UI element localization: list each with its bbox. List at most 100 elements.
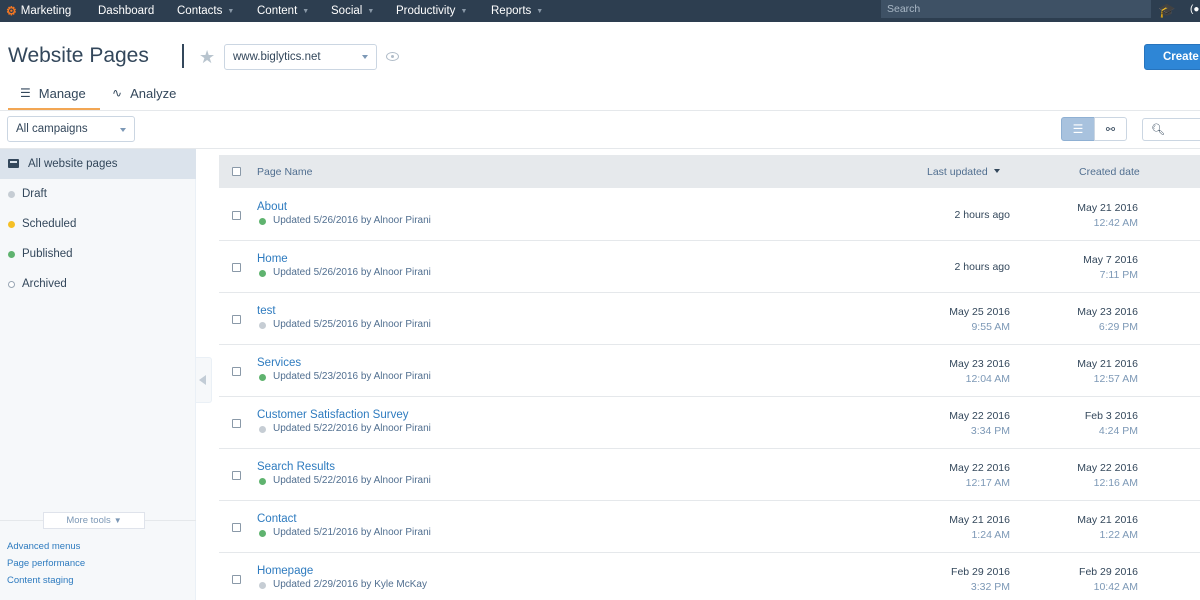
table-row: Homepage Updated 2/29/2016 by Kyle McKay… — [219, 553, 1200, 600]
tab-analyze-label: Analyze — [130, 86, 177, 101]
row-checkbox[interactable] — [232, 523, 241, 532]
created-time: 4:24 PM — [1098, 425, 1138, 437]
page-name-link[interactable]: Services — [257, 357, 301, 369]
column-header-last-updated[interactable]: Last updated — [927, 166, 1000, 178]
created-time: 12:57 AM — [1093, 373, 1138, 385]
brand-menu[interactable]: ⚙ Marketing — [0, 4, 90, 18]
create-button[interactable]: Create — [1144, 44, 1200, 70]
content-staging-link[interactable]: Content staging — [7, 575, 74, 586]
updated-meta: Updated 2/29/2016 by Kyle McKay — [273, 579, 427, 590]
campaign-select[interactable]: All campaigns — [7, 116, 135, 142]
tab-manage[interactable]: ☰ Manage — [8, 86, 100, 110]
chevron-down-icon: ▼ — [460, 7, 468, 15]
last-updated-date: 2 hours ago — [954, 261, 1010, 273]
star-icon[interactable]: ★ — [199, 47, 215, 68]
page-name-link[interactable]: Contact — [257, 513, 297, 525]
table-row: Customer Satisfaction Survey Updated 5/2… — [219, 397, 1200, 449]
last-updated-date: May 22 2016 — [949, 410, 1010, 422]
last-updated-cell: May 25 2016 9:55 AM — [949, 306, 1010, 333]
page-name-link[interactable]: About — [257, 201, 287, 213]
sidebar-item-label: Published — [22, 248, 73, 260]
more-tools-button[interactable]: More tools ▼ — [43, 512, 145, 529]
table-search-input[interactable]: 🔍︎ — [1142, 118, 1200, 141]
row-checkbox[interactable] — [232, 367, 241, 376]
nav-content[interactable]: Content ▼ — [257, 5, 309, 17]
nav-contacts[interactable]: Contacts ▼ — [177, 5, 234, 17]
sidebar-item-scheduled[interactable]: Scheduled — [0, 209, 196, 239]
sidebar-item-draft[interactable]: Draft — [0, 179, 196, 209]
tab-analyze[interactable]: ∿ Analyze — [112, 86, 176, 110]
sidebar-item-all-pages[interactable]: All website pages — [0, 149, 196, 179]
table-row: test Updated 5/25/2016 by Alnoor Pirani … — [219, 293, 1200, 345]
row-checkbox[interactable] — [232, 315, 241, 324]
list-view-button[interactable]: ☰ — [1061, 117, 1095, 141]
column-header-page-name[interactable]: Page Name — [257, 166, 312, 178]
sidebar-item-archived[interactable]: Archived — [0, 269, 196, 299]
page-name-link[interactable]: Search Results — [257, 461, 335, 473]
page-performance-link[interactable]: Page performance — [7, 558, 85, 569]
nav-dashboard[interactable]: Dashboard — [98, 5, 154, 17]
domain-select[interactable]: www.biglytics.net — [224, 44, 377, 70]
sort-down-icon — [993, 169, 1000, 173]
brand-label: Marketing — [20, 5, 72, 17]
row-checkbox[interactable] — [232, 263, 241, 272]
chevron-down-icon: ▼ — [302, 7, 310, 15]
chevron-left-icon — [199, 375, 206, 385]
created-date: May 7 2016 — [1083, 254, 1138, 266]
nav-reports[interactable]: Reports ▼ — [491, 5, 543, 17]
sidebar-item-published[interactable]: Published — [0, 239, 196, 269]
chevron-down-icon: ▼ — [227, 7, 235, 15]
updated-meta: Updated 5/21/2016 by Alnoor Pirani — [273, 527, 431, 538]
last-updated-cell: May 23 2016 12:04 AM — [949, 358, 1010, 385]
page-name-link[interactable]: Homepage — [257, 565, 313, 577]
created-date: May 21 2016 — [1077, 514, 1138, 526]
updated-meta: Updated 5/26/2016 by Alnoor Pirani — [273, 215, 431, 226]
graduation-cap-icon[interactable]: 🎓 — [1158, 2, 1175, 19]
row-checkbox[interactable] — [232, 419, 241, 428]
sidebar-item-label: Scheduled — [22, 218, 77, 230]
nav-social[interactable]: Social ▼ — [331, 5, 374, 17]
created-date-cell: May 23 2016 6:29 PM — [1077, 306, 1138, 333]
global-search-input[interactable] — [881, 0, 1151, 18]
created-date-cell: Feb 3 2016 4:24 PM — [1085, 410, 1138, 437]
nav-productivity[interactable]: Productivity ▼ — [396, 5, 467, 17]
user-status-icon[interactable]: (● — [1190, 4, 1199, 15]
created-date-cell: May 21 2016 12:57 AM — [1077, 358, 1138, 385]
column-header-created-date[interactable]: Created date — [1079, 166, 1140, 178]
updated-meta: Updated 5/22/2016 by Alnoor Pirani — [273, 475, 431, 486]
row-checkbox[interactable] — [232, 575, 241, 584]
updated-meta: Updated 5/22/2016 by Alnoor Pirani — [273, 423, 431, 434]
page-name-link[interactable]: Customer Satisfaction Survey — [257, 409, 408, 421]
created-date: May 22 2016 — [1077, 462, 1138, 474]
tree-view-button[interactable]: ⚯ — [1094, 117, 1127, 141]
pulse-icon: ∿ — [112, 86, 123, 100]
page-name-link[interactable]: test — [257, 305, 276, 317]
search-icon: 🔍︎ — [1151, 124, 1165, 136]
select-all-checkbox[interactable] — [232, 167, 241, 176]
status-dot-icon — [259, 582, 266, 589]
column-header-label: Last updated — [927, 166, 988, 178]
advanced-menus-link[interactable]: Advanced menus — [7, 541, 80, 552]
list-icon: ☰ — [1072, 122, 1084, 136]
last-updated-cell: May 22 2016 3:34 PM — [949, 410, 1010, 437]
last-updated-cell: May 22 2016 12:17 AM — [949, 462, 1010, 489]
sidebar-item-label: All website pages — [28, 158, 118, 170]
chevron-down-icon: ▼ — [113, 516, 122, 525]
created-date: May 23 2016 — [1077, 306, 1138, 318]
hubspot-logo-icon: ⚙ — [6, 4, 17, 18]
status-dot-icon — [8, 251, 15, 258]
status-dot-icon — [259, 478, 266, 485]
sidebar-collapse-handle[interactable] — [196, 357, 212, 403]
row-checkbox[interactable] — [232, 471, 241, 480]
nav-productivity-label: Productivity — [396, 5, 456, 17]
nav-contacts-label: Contacts — [177, 5, 223, 17]
table-row: Search Results Updated 5/22/2016 by Alno… — [219, 449, 1200, 501]
row-checkbox[interactable] — [232, 211, 241, 220]
created-date-cell: May 21 2016 12:42 AM — [1077, 202, 1138, 229]
chevron-down-icon: ▼ — [367, 7, 375, 15]
eye-icon[interactable] — [386, 52, 399, 61]
nav-reports-label: Reports — [491, 5, 532, 17]
page-name-link[interactable]: Home — [257, 253, 288, 265]
chevron-down-icon: ▼ — [536, 7, 544, 15]
created-time: 6:29 PM — [1098, 321, 1138, 333]
